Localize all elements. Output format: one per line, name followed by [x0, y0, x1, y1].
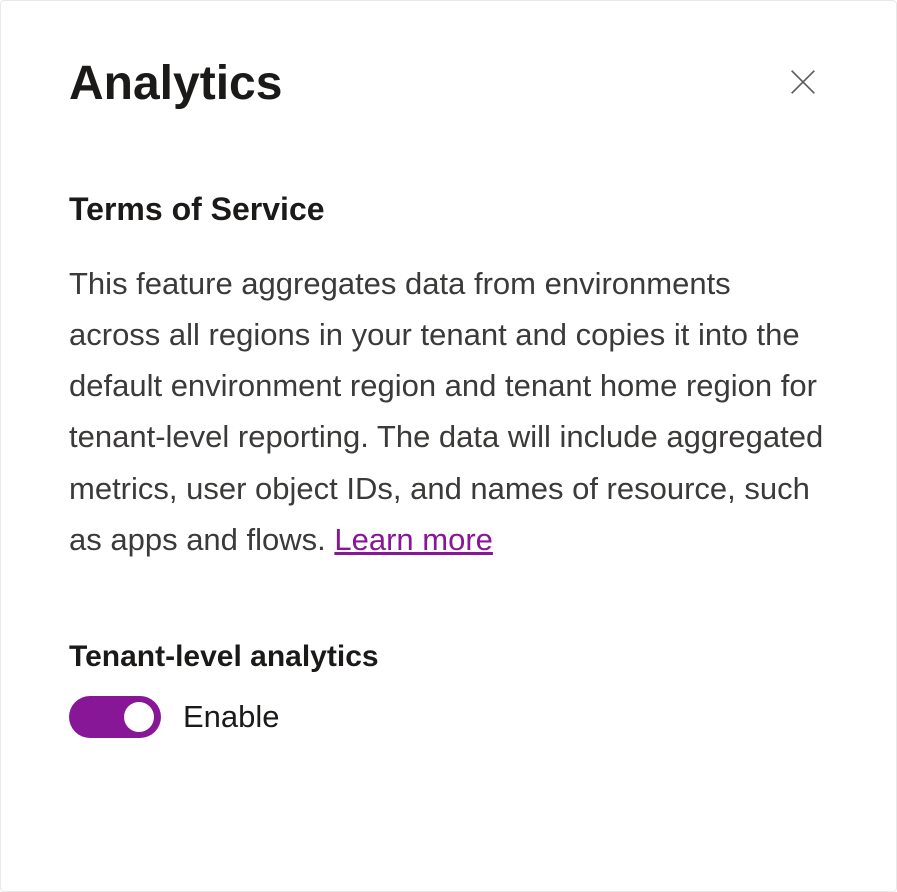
panel-title: Analytics	[69, 56, 282, 111]
toggle-thumb	[124, 702, 154, 732]
terms-body-text: This feature aggregates data from enviro…	[69, 266, 823, 557]
tenant-analytics-toggle[interactable]	[69, 696, 161, 738]
terms-heading: Terms of Service	[69, 191, 828, 228]
toggle-row: Enable	[69, 696, 828, 738]
close-button[interactable]	[778, 57, 828, 110]
analytics-panel: Analytics Terms of Service This feature …	[0, 0, 897, 892]
terms-body: This feature aggregates data from enviro…	[69, 258, 828, 565]
learn-more-link[interactable]: Learn more	[334, 522, 493, 557]
tenant-analytics-section: Tenant-level analytics Enable	[69, 640, 828, 738]
tenant-analytics-heading: Tenant-level analytics	[69, 640, 828, 674]
toggle-label: Enable	[183, 699, 280, 735]
close-icon	[786, 65, 820, 102]
panel-header: Analytics	[69, 56, 828, 111]
